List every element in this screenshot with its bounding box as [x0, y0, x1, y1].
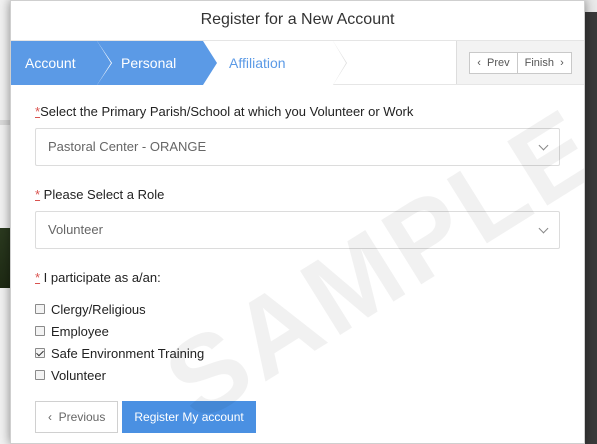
wizard-nav: ‹ Prev Finish › [456, 41, 584, 84]
participate-label-text: I participate as a/an: [40, 270, 161, 285]
step-affiliation-label: Affiliation [229, 55, 286, 71]
register-button[interactable]: Register My account [122, 401, 256, 433]
checkbox-volunteer[interactable]: Volunteer [35, 364, 560, 386]
role-select[interactable]: Volunteer [35, 211, 560, 249]
role-label-text: Please Select a Role [40, 187, 165, 202]
checkbox-label: Clergy/Religious [51, 301, 146, 317]
step-arrow-fill [333, 41, 346, 85]
finish-label: Finish [524, 56, 554, 69]
checkbox-label: Employee [51, 323, 109, 339]
prev-button[interactable]: ‹ Prev [470, 53, 516, 73]
step-arrow [203, 41, 217, 85]
form-actions: ‹ Previous Register My account [35, 401, 560, 433]
prev-label: Prev [487, 56, 510, 69]
chevron-down-icon [538, 223, 549, 234]
chevron-down-icon [538, 140, 549, 151]
role-select-value: Volunteer [48, 222, 103, 237]
checkbox-checked-icon[interactable] [35, 348, 45, 358]
chevron-left-icon: ‹ [48, 410, 52, 424]
role-label: * Please Select a Role [35, 187, 560, 203]
step-account-label: Account [25, 55, 76, 71]
checkbox-safe-environment[interactable]: Safe Environment Training [35, 342, 560, 364]
background-page [0, 0, 10, 444]
wizard-steps: Account Personal Affiliation ‹ Prev Fini… [11, 41, 584, 85]
participation-checklist: Clergy/Religious Employee Safe Environme… [35, 298, 560, 386]
checkbox-icon[interactable] [35, 326, 45, 336]
checkbox-employee[interactable]: Employee [35, 320, 560, 342]
step-arrow [97, 41, 111, 85]
participate-label: * I participate as a/an: [35, 270, 560, 286]
checkbox-icon[interactable] [35, 304, 45, 314]
checkbox-icon[interactable] [35, 370, 45, 380]
previous-button[interactable]: ‹ Previous [35, 401, 119, 433]
checkbox-label: Safe Environment Training [51, 345, 205, 361]
parish-label-text: Select the Primary Parish/School at whic… [40, 104, 414, 119]
register-modal: Register for a New Account Account Perso… [10, 0, 585, 444]
step-affiliation[interactable]: Affiliation [203, 41, 347, 85]
parish-label: *Select the Primary Parish/School at whi… [35, 104, 560, 120]
parish-select[interactable]: Pastoral Center - ORANGE [35, 128, 560, 166]
background-divider [0, 120, 10, 125]
previous-label: Previous [58, 410, 106, 424]
checkbox-label: Volunteer [51, 367, 106, 383]
affiliation-form: *Select the Primary Parish/School at whi… [11, 85, 584, 433]
step-list: Account Personal Affiliation [11, 41, 456, 85]
step-personal[interactable]: Personal [97, 41, 217, 85]
chevron-right-icon: › [560, 56, 564, 69]
modal-title: Register for a New Account [11, 1, 584, 41]
chevron-left-icon: ‹ [477, 56, 481, 69]
parish-select-value: Pastoral Center - ORANGE [48, 139, 207, 154]
step-account[interactable]: Account [11, 41, 112, 85]
finish-button[interactable]: Finish › [516, 52, 571, 73]
checkbox-clergy[interactable]: Clergy/Religious [35, 298, 560, 320]
step-personal-label: Personal [121, 55, 177, 71]
wizard-nav-group: ‹ Prev Finish › [469, 51, 572, 74]
